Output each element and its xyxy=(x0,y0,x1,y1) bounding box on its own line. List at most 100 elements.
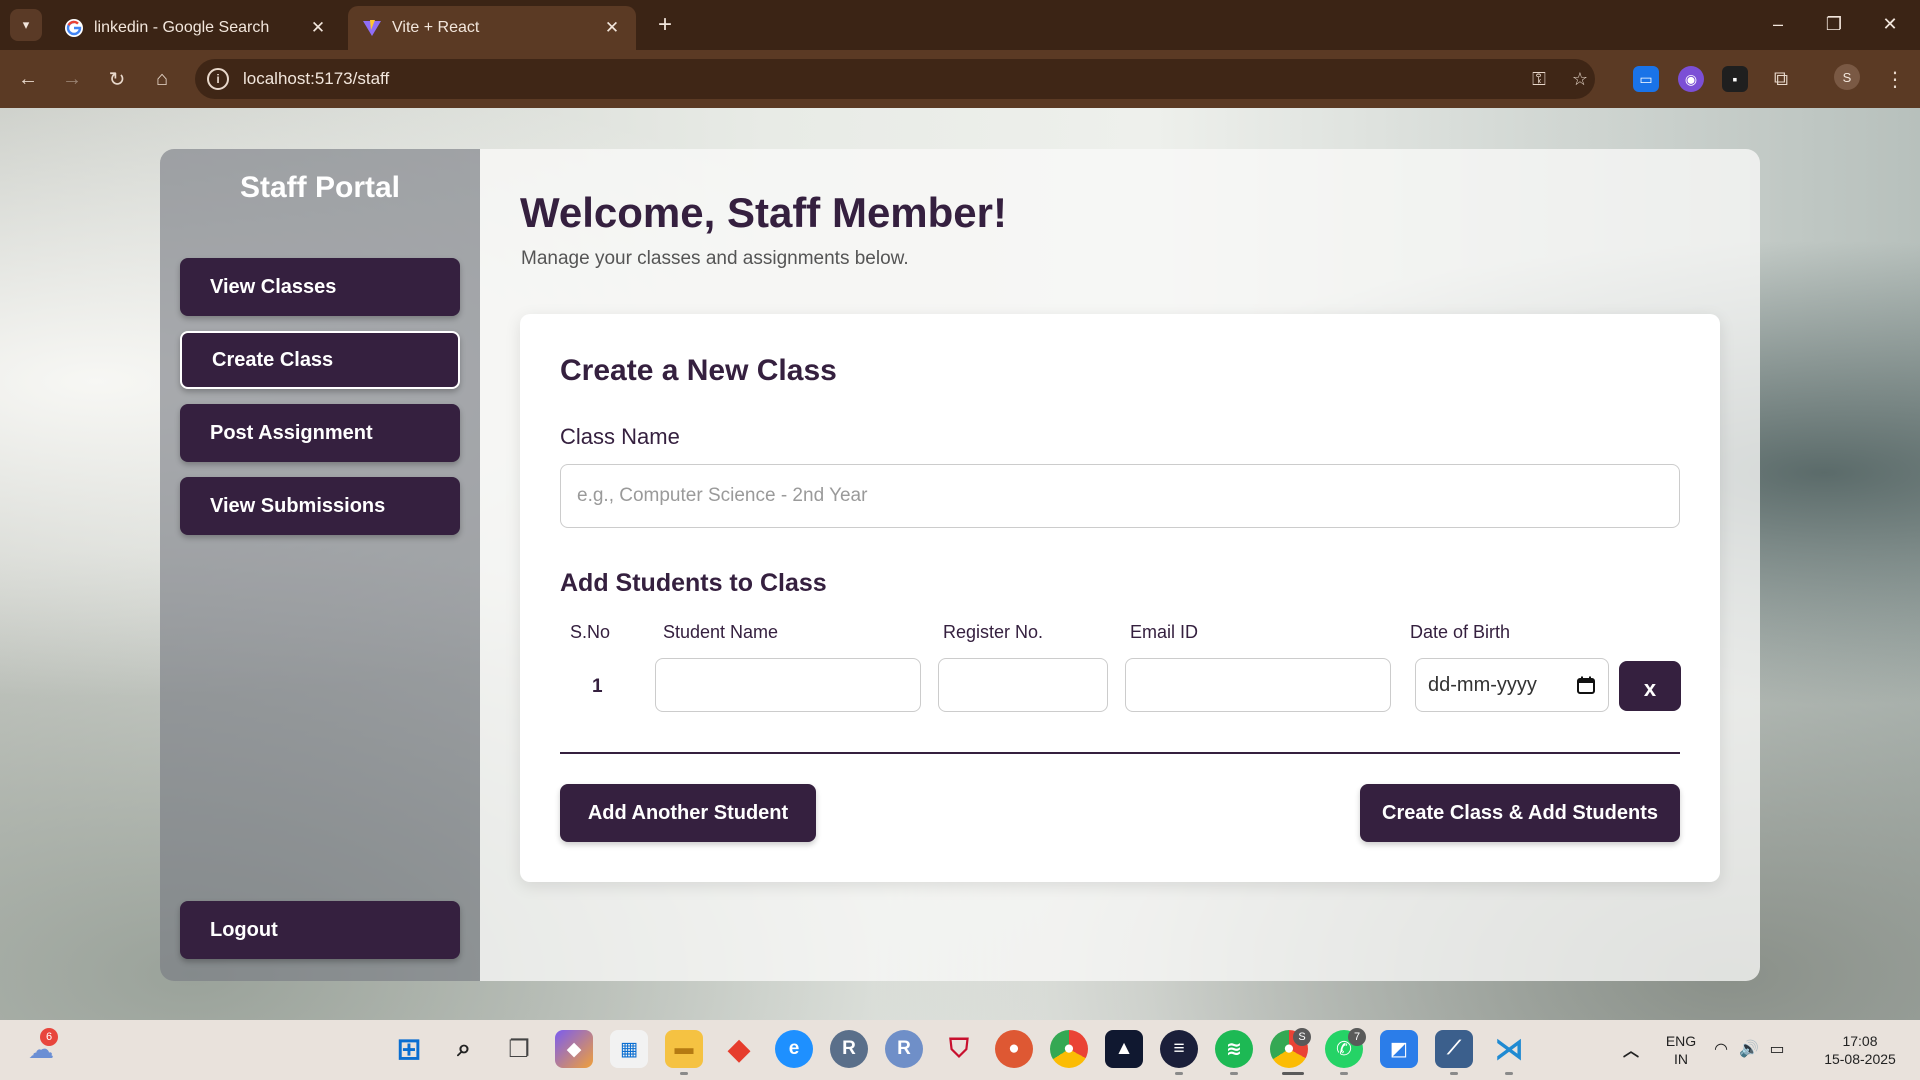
vite-icon xyxy=(363,20,381,36)
whatsapp-badge: 7 xyxy=(1348,1028,1366,1046)
weather-badge: 6 xyxy=(40,1028,58,1046)
volume-icon[interactable]: 🔊 xyxy=(1736,1030,1762,1068)
running-indicator xyxy=(1230,1072,1238,1075)
sidebar-item-view-submissions[interactable]: View Submissions xyxy=(180,477,460,535)
copilot-icon[interactable]: ◆ xyxy=(555,1030,593,1068)
calendar-icon[interactable] xyxy=(1576,675,1596,695)
student-name-input[interactable] xyxy=(655,658,921,712)
page-subtitle: Manage your classes and assignments belo… xyxy=(521,248,909,269)
column-header-student-name: Student Name xyxy=(663,622,779,642)
restore-icon[interactable]: ❐ xyxy=(1812,8,1856,40)
active-window-indicator xyxy=(1282,1072,1304,1075)
chrome-icon[interactable]: ● xyxy=(1050,1030,1088,1068)
clock[interactable]: 17:08 15-08-2025 xyxy=(1812,1032,1908,1068)
extensions-puzzle-icon[interactable]: ⧉ xyxy=(1768,66,1794,92)
running-indicator xyxy=(1450,1072,1458,1075)
date-of-birth-input[interactable]: dd-mm-yyyy xyxy=(1415,658,1609,712)
sidebar-item-post-assignment[interactable]: Post Assignment xyxy=(180,404,460,462)
card-title: Create a New Class xyxy=(560,354,837,387)
sidebar-item-create-class[interactable]: Create Class xyxy=(180,331,460,389)
student-row-sno: 1 xyxy=(592,676,603,697)
browser-menu-icon[interactable]: ⋮ xyxy=(1882,66,1908,92)
mcafee-shield-icon[interactable]: ⛉ xyxy=(940,1030,978,1068)
office-app-icon[interactable]: ◆ xyxy=(720,1030,758,1068)
extension-screen-icon[interactable]: ▭ xyxy=(1633,66,1659,92)
edge-browser-icon[interactable]: e xyxy=(775,1030,813,1068)
browser-toolbar: ← → ↻ ⌂ i localhost:5173/staff ⚿ ☆ ▭ ◉ ▪… xyxy=(0,50,1920,108)
taskbar: ☁ 6 ⊞ ⌕ ❐ ◆ ▦ ▬ ◆ e R R ⛉ ● ● ▲ ≡ ≋ ● S … xyxy=(0,1020,1920,1080)
minimize-icon[interactable]: – xyxy=(1756,8,1800,40)
sql-tool-icon[interactable]: ⟋ xyxy=(1435,1030,1473,1068)
page-title: Welcome, Staff Member! xyxy=(520,189,1007,236)
add-another-student-button[interactable]: Add Another Student xyxy=(560,784,816,842)
windows-start-icon[interactable]: ⊞ xyxy=(390,1030,428,1068)
file-explorer-icon[interactable]: ▬ xyxy=(665,1030,703,1068)
sidebar-item-view-classes[interactable]: View Classes xyxy=(180,258,460,316)
photos-app-icon[interactable]: ◩ xyxy=(1380,1030,1418,1068)
home-icon[interactable]: ⌂ xyxy=(146,63,178,95)
battery-icon[interactable]: ▭ xyxy=(1764,1030,1790,1068)
create-class-card: Create a New Class Class Name Add Studen… xyxy=(520,314,1720,882)
r-language-icon[interactable]: R xyxy=(885,1030,923,1068)
staff-portal-app: Staff Portal View Classes Create Class P… xyxy=(160,149,1760,981)
date-placeholder: dd-mm-yyyy xyxy=(1428,673,1537,696)
browser-tab-vite[interactable]: Vite + React ✕ xyxy=(348,6,636,50)
divider xyxy=(560,752,1680,754)
vscode-icon[interactable]: ⋊ xyxy=(1490,1030,1528,1068)
tab-search-chevron-icon[interactable]: ▾ xyxy=(10,9,42,41)
remove-student-button[interactable]: x xyxy=(1619,661,1681,711)
column-header-register-no: Register No. xyxy=(943,622,1044,642)
microsoft-store-icon[interactable]: ▦ xyxy=(610,1030,648,1068)
register-no-input[interactable] xyxy=(938,658,1108,712)
new-tab-plus-icon[interactable]: + xyxy=(650,10,680,40)
forward-arrow-icon[interactable]: → xyxy=(56,63,88,95)
reload-icon[interactable]: ↻ xyxy=(101,63,133,95)
clock-date: 15-08-2025 xyxy=(1824,1051,1896,1067)
extension-ai-icon[interactable]: ◉ xyxy=(1678,66,1704,92)
affinity-app-icon[interactable]: ▲ xyxy=(1105,1030,1143,1068)
email-input[interactable] xyxy=(1125,658,1391,712)
close-window-icon[interactable]: ✕ xyxy=(1868,8,1912,40)
browser-tab-bar: ▾ linkedin - Google Search ✕ Vite + Reac… xyxy=(0,0,1920,50)
column-header-dob: Date of Birth xyxy=(1410,622,1511,642)
spotify-icon[interactable]: ≋ xyxy=(1215,1030,1253,1068)
class-name-input[interactable] xyxy=(560,464,1680,528)
region-text: IN xyxy=(1674,1051,1688,1067)
class-name-label: Class Name xyxy=(560,424,680,449)
back-arrow-icon[interactable]: ← xyxy=(12,63,44,95)
browser-tab-google[interactable]: linkedin - Google Search ✕ xyxy=(50,6,342,50)
eclipse-ide-icon[interactable]: ≡ xyxy=(1160,1030,1198,1068)
url-text[interactable]: localhost:5173/staff xyxy=(243,69,389,89)
add-students-title: Add Students to Class xyxy=(560,569,827,597)
password-key-icon[interactable]: ⚿ xyxy=(1528,68,1550,90)
wifi-icon[interactable]: ◠ xyxy=(1708,1030,1734,1068)
bookmark-star-icon[interactable]: ☆ xyxy=(1569,68,1591,90)
column-header-sno: S.No xyxy=(570,622,611,642)
task-view-icon[interactable]: ❐ xyxy=(500,1030,538,1068)
language-indicator[interactable]: ENG IN xyxy=(1664,1032,1698,1068)
profile-avatar[interactable]: S xyxy=(1834,64,1860,90)
site-info-icon[interactable]: i xyxy=(207,68,229,90)
close-tab-icon[interactable]: ✕ xyxy=(602,18,622,38)
r-console-icon[interactable]: R xyxy=(830,1030,868,1068)
column-header-email: Email ID xyxy=(1130,622,1199,642)
tray-chevron-up-icon[interactable]: ︿ xyxy=(1612,1030,1650,1068)
main-content: Welcome, Staff Member! Manage your class… xyxy=(480,149,1760,981)
language-text: ENG xyxy=(1665,1033,1697,1049)
running-indicator xyxy=(1175,1072,1183,1075)
close-tab-icon[interactable]: ✕ xyxy=(308,18,328,38)
sidebar-title: Staff Portal xyxy=(239,171,401,204)
tab-title: linkedin - Google Search xyxy=(94,19,270,36)
logout-button[interactable]: Logout xyxy=(180,901,460,959)
page-viewport: Staff Portal View Classes Create Class P… xyxy=(0,108,1920,1020)
search-icon[interactable]: ⌕ xyxy=(445,1030,483,1068)
address-bar[interactable]: i localhost:5173/staff ⚿ ☆ xyxy=(195,59,1595,99)
duckduckgo-icon[interactable]: ● xyxy=(995,1030,1033,1068)
chrome-profile-badge: S xyxy=(1293,1028,1311,1046)
tab-title: Vite + React xyxy=(392,19,480,36)
running-indicator xyxy=(680,1072,688,1075)
running-indicator xyxy=(1340,1072,1348,1075)
extension-dark-icon[interactable]: ▪ xyxy=(1722,66,1748,92)
create-class-submit-button[interactable]: Create Class & Add Students xyxy=(1360,784,1680,842)
clock-time: 17:08 xyxy=(1842,1033,1878,1049)
